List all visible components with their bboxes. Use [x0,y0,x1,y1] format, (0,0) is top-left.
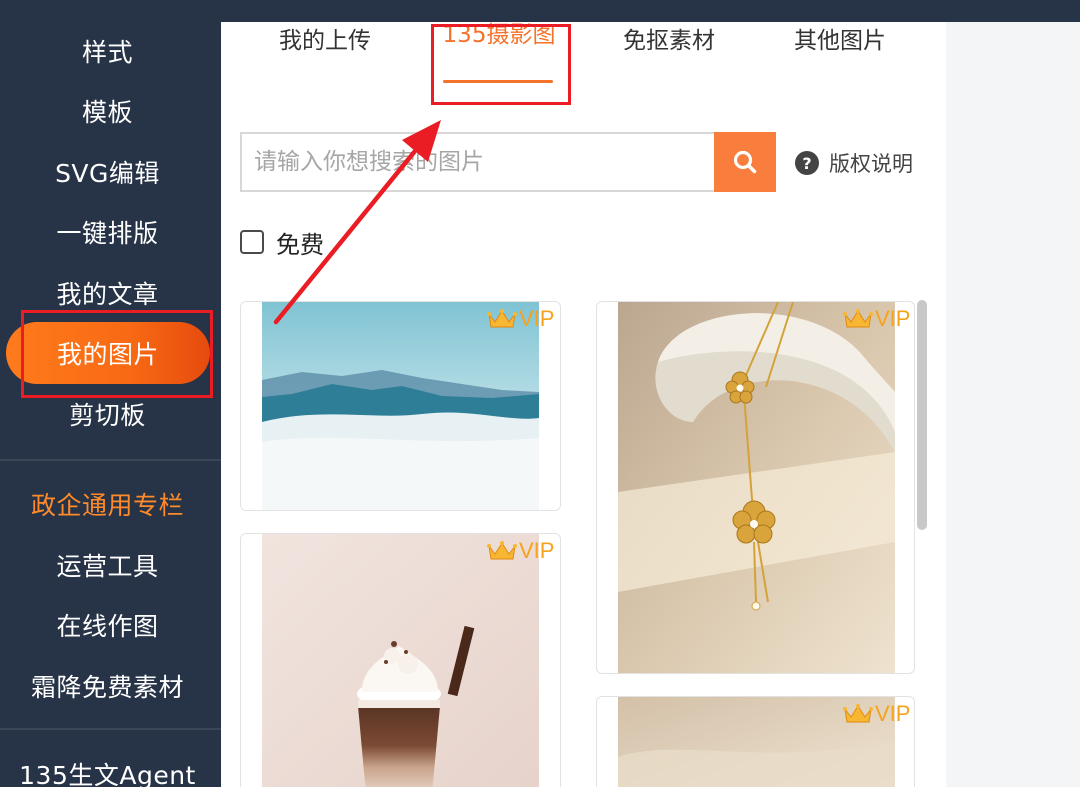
sidebar-item-my-articles[interactable]: 我的文章 [0,268,215,318]
vip-label: VIP [519,306,555,331]
vip-badge: VIP [487,538,554,564]
sidebar-item-label: 剪切板 [69,401,146,430]
question-icon: ? [795,151,819,175]
tab-cutout-materials[interactable]: 免抠素材 [604,18,734,58]
sidebar-divider [0,459,221,461]
tab-label: 我的上传 [279,28,371,54]
free-checkbox[interactable] [240,230,264,254]
sidebar-item-label: 一键排版 [56,219,159,248]
crown-icon [487,540,517,562]
sidebar-item-frost-materials[interactable]: 霜降免费素材 [0,661,215,711]
sidebar-item-label: 我的文章 [56,280,159,309]
image-search-input[interactable] [242,134,714,190]
right-pane [946,22,1080,787]
tab-label: 免抠素材 [623,28,715,54]
card-image [262,534,539,787]
tab-other-images[interactable]: 其他图片 [775,18,905,58]
sidebar-item-agent[interactable]: 135生文Agent [0,749,215,787]
vip-label: VIP [519,538,555,563]
sidebar-item-label: 135生文Agent [19,761,196,787]
scrollbar[interactable] [917,300,927,530]
free-label: 免费 [276,230,324,259]
sidebar-divider [0,728,221,730]
sidebar-item-styles[interactable]: 样式 [0,26,215,76]
search-button[interactable] [714,132,776,192]
copyright-link[interactable]: ? 版权说明 [795,147,913,179]
sidebar-item-svg-edit[interactable]: SVG编辑 [0,147,215,197]
tab-label: 135摄影图 [442,22,556,48]
sidebar-item-label: 样式 [81,38,133,67]
sidebar-item-clipboard[interactable]: 剪切板 [0,389,215,439]
sidebar-item-label: 我的图片 [56,340,159,369]
free-filter[interactable]: 免费 [240,226,324,259]
sidebar-item-label: SVG编辑 [55,159,160,188]
image-search-box [240,132,714,192]
tab-my-uploads[interactable]: 我的上传 [258,18,392,58]
crown-icon [487,308,517,330]
sidebar-item-gov-column[interactable]: 政企通用专栏 [0,479,215,529]
sidebar-item-label: 政企通用专栏 [30,491,184,520]
card-image [262,302,539,510]
sidebar-item-online-design[interactable]: 在线作图 [0,600,215,650]
tab-135-photos[interactable]: 135摄影图 [436,12,562,52]
vip-badge: VIP [487,306,554,332]
vip-label: VIP [875,701,911,726]
vip-label: VIP [875,306,911,331]
tab-label: 其他图片 [794,28,886,54]
vip-badge: VIP [843,701,910,727]
sidebar-item-one-click-layout[interactable]: 一键排版 [0,207,215,257]
copyright-label: 版权说明 [829,152,913,176]
sidebar-item-label: 运营工具 [56,552,159,581]
search-icon [732,149,758,175]
vip-badge: VIP [843,306,910,332]
sidebar-item-label: 模板 [81,98,133,127]
sidebar-item-label: 在线作图 [56,612,159,641]
crown-icon [843,703,873,725]
sidebar-item-templates[interactable]: 模板 [0,86,215,136]
active-tab-indicator [443,80,553,83]
image-card[interactable]: VIP [240,533,561,787]
image-card[interactable]: VIP [240,301,561,511]
image-card[interactable]: VIP [596,696,915,787]
card-image [618,302,895,673]
sidebar-item-ops-tools[interactable]: 运营工具 [0,540,215,590]
sidebar-item-my-images[interactable]: 我的图片 [6,322,210,384]
crown-icon [843,308,873,330]
sidebar-item-label: 霜降免费素材 [30,673,184,702]
image-card[interactable]: VIP [596,301,915,674]
